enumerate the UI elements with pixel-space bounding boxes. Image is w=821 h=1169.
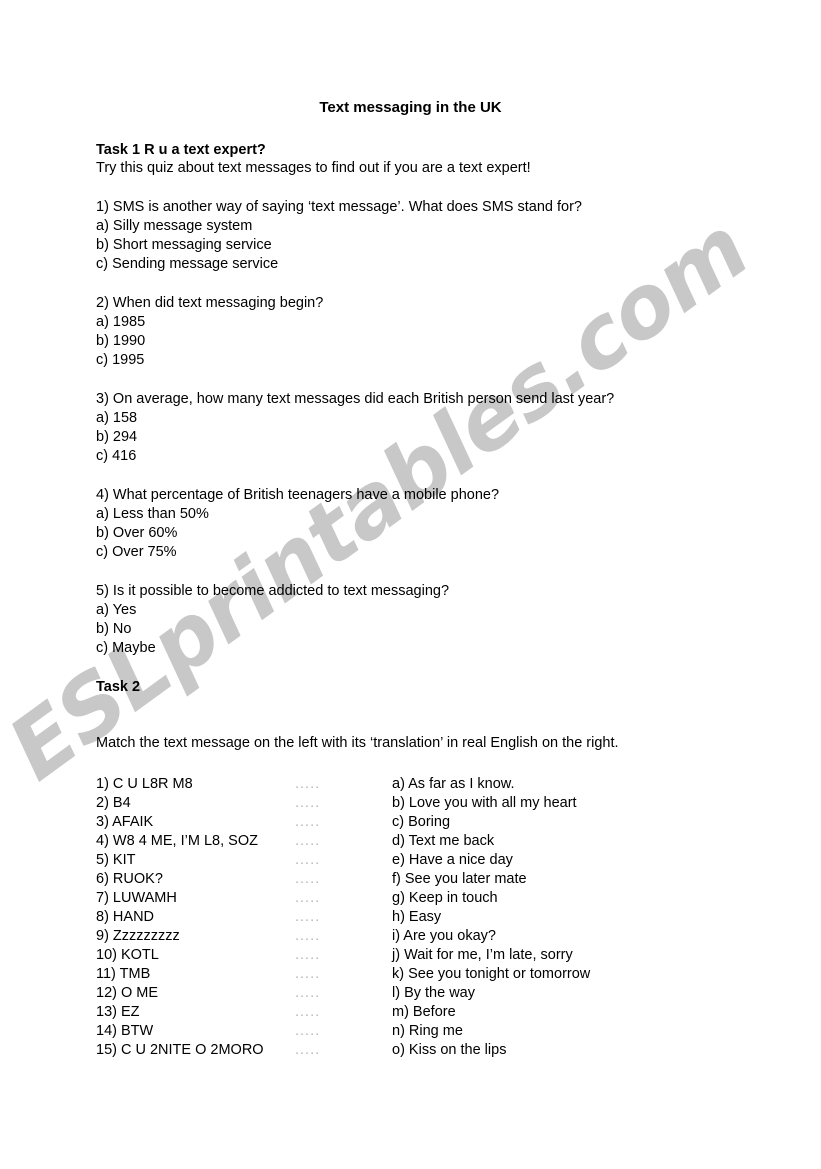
match-item-left: 11) TMB <box>96 966 151 982</box>
task1-heading: Task 1 R u a text expert? <box>96 142 266 158</box>
table-row: 15) C U 2NITE O 2MORO ..... o) Kiss on t… <box>96 1041 756 1060</box>
match-answer-blank[interactable]: ..... <box>295 1022 320 1041</box>
match-item-left: 7) LUWAMH <box>96 890 177 906</box>
table-row: 1) C U L8R M8 ..... a) As far as I know. <box>96 775 756 794</box>
question-4: 4) What percentage of British teenagers … <box>96 486 499 562</box>
question-4-option-b: b) Over 60% <box>96 525 178 541</box>
match-answer-blank[interactable]: ..... <box>295 1041 320 1060</box>
page-title: Text messaging in the UK <box>319 99 502 116</box>
question-1: 1) SMS is another way of saying ‘text me… <box>96 198 582 274</box>
match-item-left: 9) Zzzzzzzzz <box>96 928 180 944</box>
match-item-right: l) By the way <box>392 985 475 1001</box>
table-row: 4) W8 4 ME, I’M L8, SOZ ..... d) Text me… <box>96 832 756 851</box>
question-2-text: 2) When did text messaging begin? <box>96 295 324 311</box>
match-item-right: e) Have a nice day <box>392 852 513 868</box>
match-answer-blank[interactable]: ..... <box>295 927 320 946</box>
match-item-left: 10) KOTL <box>96 947 159 963</box>
question-5: 5) Is it possible to become addicted to … <box>96 582 449 658</box>
match-item-right: i) Are you okay? <box>392 928 496 944</box>
table-row: 13) EZ ..... m) Before <box>96 1003 756 1022</box>
match-answer-blank[interactable]: ..... <box>295 1003 320 1022</box>
match-item-right: h) Easy <box>392 909 442 925</box>
match-answer-blank[interactable]: ..... <box>295 794 320 813</box>
task2-instruction: Match the text message on the left with … <box>96 735 619 751</box>
match-item-right: d) Text me back <box>392 833 495 849</box>
question-5-option-b: b) No <box>96 621 132 637</box>
match-item-left: 6) RUOK? <box>96 871 163 887</box>
question-2-option-a: a) 1985 <box>96 314 146 330</box>
match-item-right: o) Kiss on the lips <box>392 1042 507 1058</box>
question-5-option-a: a) Yes <box>96 602 137 618</box>
table-row: 6) RUOK? ..... f) See you later mate <box>96 870 756 889</box>
table-row: 3) AFAIK ..... c) Boring <box>96 813 756 832</box>
match-item-right: j) Wait for me, I’m late, sorry <box>392 947 573 963</box>
table-row: 7) LUWAMH ..... g) Keep in touch <box>96 889 756 908</box>
table-row: 2) B4 ..... b) Love you with all my hear… <box>96 794 756 813</box>
question-4-option-a: a) Less than 50% <box>96 506 209 522</box>
match-item-left: 2) B4 <box>96 795 131 811</box>
table-row: 8) HAND ..... h) Easy <box>96 908 756 927</box>
question-1-option-c: c) Sending message service <box>96 256 279 272</box>
match-item-left: 12) O ME <box>96 985 159 1001</box>
match-answer-blank[interactable]: ..... <box>295 832 320 851</box>
match-item-left: 15) C U 2NITE O 2MORO <box>96 1042 264 1058</box>
match-answer-blank[interactable]: ..... <box>295 813 320 832</box>
table-row: 9) Zzzzzzzzz ..... i) Are you okay? <box>96 927 756 946</box>
task2-heading: Task 2 <box>96 679 141 695</box>
match-item-left: 14) BTW <box>96 1023 154 1039</box>
match-item-right: c) Boring <box>392 814 451 830</box>
match-item-right: a) As far as I know. <box>392 776 515 792</box>
table-row: 5) KIT ..... e) Have a nice day <box>96 851 756 870</box>
match-item-right: m) Before <box>392 1004 456 1020</box>
question-3-text: 3) On average, how many text messages di… <box>96 391 615 407</box>
match-item-right: k) See you tonight or tomorrow <box>392 966 591 982</box>
match-item-right: n) Ring me <box>392 1023 463 1039</box>
question-1-option-a: a) Silly message system <box>96 218 253 234</box>
match-answer-blank[interactable]: ..... <box>295 889 320 908</box>
match-answer-blank[interactable]: ..... <box>295 908 320 927</box>
question-5-text: 5) Is it possible to become addicted to … <box>96 583 450 599</box>
match-item-right: g) Keep in touch <box>392 890 498 906</box>
table-row: 14) BTW ..... n) Ring me <box>96 1022 756 1041</box>
question-3-option-a: a) 158 <box>96 410 138 426</box>
match-item-left: 4) W8 4 ME, I’M L8, SOZ <box>96 833 258 849</box>
match-item-left: 1) C U L8R M8 <box>96 776 193 792</box>
match-item-left: 5) KIT <box>96 852 136 868</box>
question-2-option-c: c) 1995 <box>96 352 145 368</box>
question-3-option-b: b) 294 <box>96 429 138 445</box>
table-row: 10) KOTL ..... j) Wait for me, I’m late,… <box>96 946 756 965</box>
match-answer-blank[interactable]: ..... <box>295 946 320 965</box>
question-2-option-b: b) 1990 <box>96 333 146 349</box>
table-row: 12) O ME ..... l) By the way <box>96 984 756 1003</box>
match-answer-blank[interactable]: ..... <box>295 870 320 889</box>
match-item-right: f) See you later mate <box>392 871 527 887</box>
question-4-text: 4) What percentage of British teenagers … <box>96 487 500 503</box>
question-3-option-c: c) 416 <box>96 448 137 464</box>
match-item-left: 13) EZ <box>96 1004 140 1020</box>
table-row: 11) TMB ..... k) See you tonight or tomo… <box>96 965 756 984</box>
match-answer-blank[interactable]: ..... <box>295 851 320 870</box>
worksheet-page: ESLprintables.com Text messaging in the … <box>0 0 821 1169</box>
match-item-left: 8) HAND <box>96 909 155 925</box>
match-answer-blank[interactable]: ..... <box>295 775 320 794</box>
question-4-option-c: c) Over 75% <box>96 544 177 560</box>
match-answer-blank[interactable]: ..... <box>295 965 320 984</box>
task1-intro: Try this quiz about text messages to fin… <box>96 160 531 176</box>
question-5-option-c: c) Maybe <box>96 640 156 656</box>
question-1-option-b: b) Short messaging service <box>96 237 272 253</box>
match-item-right: b) Love you with all my heart <box>392 795 577 811</box>
question-3: 3) On average, how many text messages di… <box>96 390 614 466</box>
matching-exercise-table: 1) C U L8R M8 ..... a) As far as I know.… <box>96 775 756 1060</box>
match-answer-blank[interactable]: ..... <box>295 984 320 1003</box>
match-item-left: 3) AFAIK <box>96 814 154 830</box>
question-2: 2) When did text messaging begin? a) 198… <box>96 294 323 370</box>
question-1-text: 1) SMS is another way of saying ‘text me… <box>96 199 582 215</box>
